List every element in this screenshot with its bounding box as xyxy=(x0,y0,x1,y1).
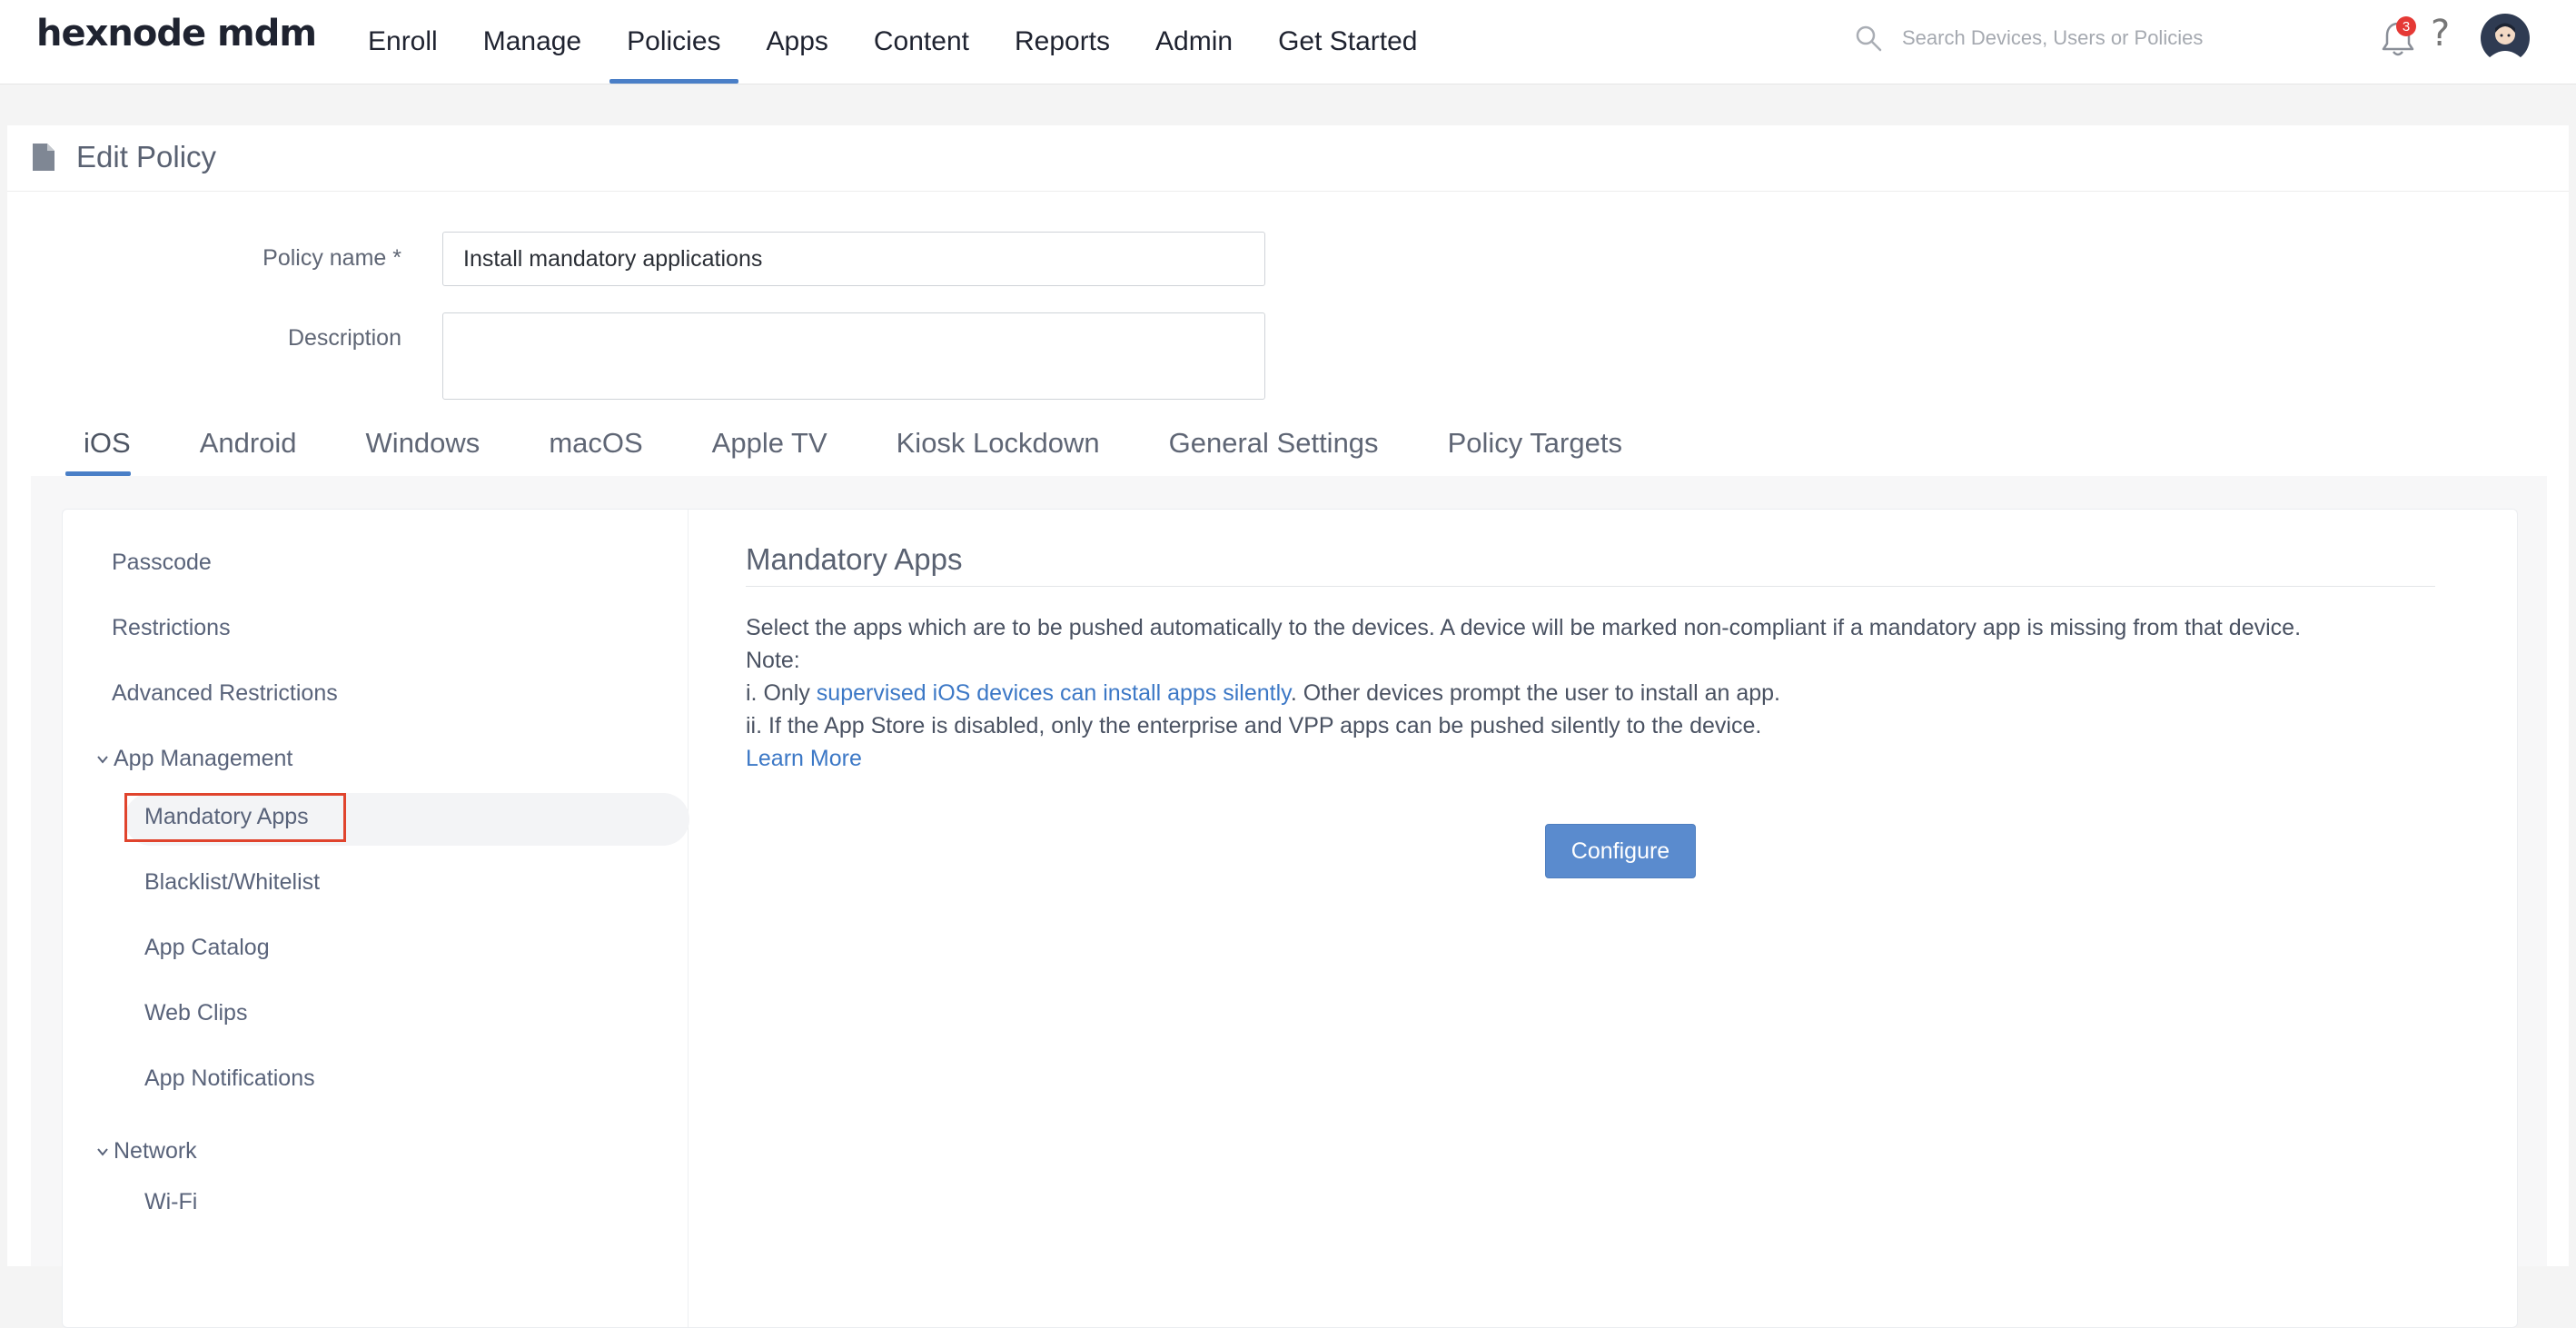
description-textarea[interactable] xyxy=(442,312,1265,400)
chevron-down-icon xyxy=(97,755,108,764)
user-avatar[interactable] xyxy=(2480,13,2531,64)
main-nav: Enroll Manage Policies Apps Content Repo… xyxy=(345,0,1440,84)
note-label: Note: xyxy=(746,648,800,673)
sidebar-group-network[interactable]: Network xyxy=(95,1138,197,1164)
page-title: Edit Policy xyxy=(76,140,217,173)
note-line-1: i. Only supervised iOS devices can insta… xyxy=(746,680,1780,707)
sidebar-group-label: Network xyxy=(114,1138,197,1164)
notification-count-badge: 3 xyxy=(2396,16,2416,36)
tab-kiosk-lockdown[interactable]: Kiosk Lockdown xyxy=(862,411,1134,476)
sidebar-item-passcode[interactable]: Passcode xyxy=(112,550,212,576)
note-line-1-prefix: i. Only xyxy=(746,680,817,706)
policy-name-input[interactable] xyxy=(442,232,1265,286)
tab-policy-targets[interactable]: Policy Targets xyxy=(1413,411,1657,476)
tab-apple-tv[interactable]: Apple TV xyxy=(678,411,862,476)
sidebar-item-app-notifications[interactable]: App Notifications xyxy=(144,1065,315,1092)
policy-config-card: Passcode Restrictions Advanced Restricti… xyxy=(62,509,2518,1328)
note-line-2: ii. If the App Store is disabled, only t… xyxy=(746,713,1762,738)
tab-macos[interactable]: macOS xyxy=(514,411,677,476)
nav-admin[interactable]: Admin xyxy=(1133,0,1255,84)
hexnode-logo[interactable]: hexnode mdm xyxy=(36,13,317,55)
nav-enroll[interactable]: Enroll xyxy=(345,0,461,84)
learn-more-link[interactable]: Learn More xyxy=(746,746,862,772)
section-divider xyxy=(746,586,2435,587)
page-header: Edit Policy xyxy=(7,125,2569,192)
sidebar-item-blacklist-whitelist[interactable]: Blacklist/Whitelist xyxy=(144,869,320,896)
note-line-1-suffix: . Other devices prompt the user to insta… xyxy=(1290,680,1780,706)
tab-ios[interactable]: iOS xyxy=(31,411,165,476)
policy-name-label: Policy name * xyxy=(263,245,401,271)
document-icon xyxy=(33,144,54,171)
tab-general-settings[interactable]: General Settings xyxy=(1134,411,1413,476)
nav-content[interactable]: Content xyxy=(851,0,992,84)
section-title: Mandatory Apps xyxy=(746,542,963,576)
tab-panel: Passcode Restrictions Advanced Restricti… xyxy=(31,476,2547,1328)
edit-policy-page: Edit Policy Policy name * Description iO… xyxy=(7,125,2569,1328)
tab-android[interactable]: Android xyxy=(165,411,332,476)
nav-policies[interactable]: Policies xyxy=(604,0,743,84)
top-navbar: hexnode mdm Enroll Manage Policies Apps … xyxy=(0,0,2576,84)
help-icon[interactable]: ? xyxy=(2431,13,2450,55)
search-input[interactable] xyxy=(1900,25,2304,51)
supervised-devices-link[interactable]: supervised iOS devices can install apps … xyxy=(817,680,1291,706)
policy-sidebar: Passcode Restrictions Advanced Restricti… xyxy=(63,510,689,1327)
configure-button[interactable]: Configure xyxy=(1545,824,1696,878)
nav-apps[interactable]: Apps xyxy=(744,0,851,84)
nav-manage[interactable]: Manage xyxy=(461,0,604,84)
tab-windows[interactable]: Windows xyxy=(332,411,515,476)
sidebar-group-label: App Management xyxy=(114,746,293,771)
global-search xyxy=(1853,18,2325,58)
nav-get-started[interactable]: Get Started xyxy=(1255,0,1440,84)
section-description: Select the apps which are to be pushed a… xyxy=(746,615,2302,640)
sidebar-item-restrictions[interactable]: Restrictions xyxy=(112,615,231,641)
sidebar-item-advanced-restrictions[interactable]: Advanced Restrictions xyxy=(112,680,338,707)
platform-tabs: iOS Android Windows macOS Apple TV Kiosk… xyxy=(31,411,2538,476)
sidebar-item-web-clips[interactable]: Web Clips xyxy=(144,1000,247,1026)
sidebar-item-app-catalog[interactable]: App Catalog xyxy=(144,935,270,961)
sidebar-group-app-management[interactable]: App Management xyxy=(95,746,292,772)
search-icon[interactable] xyxy=(1853,23,1884,54)
sidebar-item-wifi[interactable]: Wi-Fi xyxy=(144,1189,197,1215)
annotation-highlight-box xyxy=(124,793,346,842)
chevron-down-icon xyxy=(97,1147,108,1156)
description-label: Description xyxy=(287,325,401,351)
nav-reports[interactable]: Reports xyxy=(992,0,1133,84)
